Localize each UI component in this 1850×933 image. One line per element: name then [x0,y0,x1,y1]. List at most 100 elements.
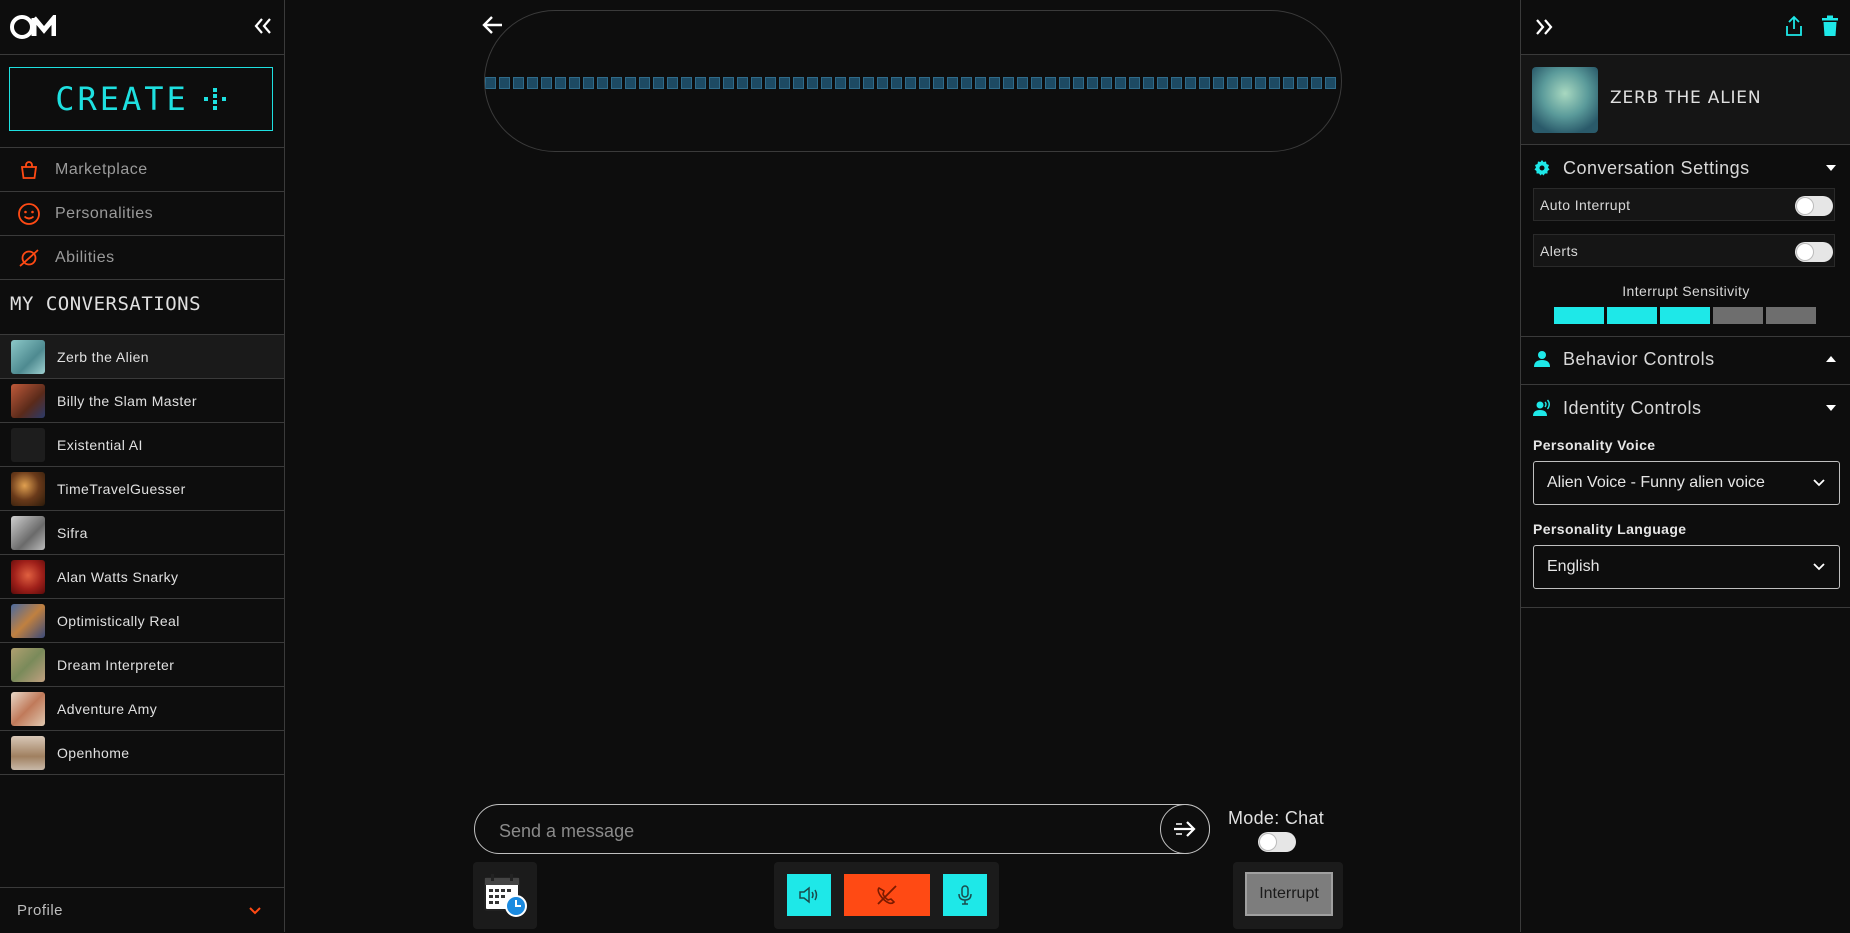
conversation-name: Openhome [57,744,130,761]
personality-voice-select[interactable]: Alien Voice - Funny alien voice [1533,461,1840,505]
visualizer-bar [863,77,874,89]
trash-icon[interactable] [1821,15,1839,37]
identity-controls-header[interactable]: Identity Controls [1521,385,1850,431]
select-value: English [1547,558,1600,575]
visualizer-bar [667,77,678,89]
main-nav: Marketplace Personalities Abilities [0,148,284,280]
microphone-icon [958,885,972,905]
visualizer-bar [583,77,594,89]
person-voice-icon [1533,399,1550,416]
visualizer-bar [695,77,706,89]
persona-header: ZERB THE ALIEN [1521,55,1850,145]
personality-language-label: Personality Language [1533,521,1687,537]
message-box [474,804,1210,854]
send-button[interactable] [1160,804,1210,854]
conversation-item[interactable]: Adventure Amy [0,687,284,731]
message-input[interactable] [497,817,1121,845]
visualizer-bar [877,77,888,89]
expand-sidebar-icon[interactable] [1533,16,1555,38]
microphone-button[interactable] [943,874,987,916]
visualizer-bar [1185,77,1196,89]
sensitivity-segment[interactable] [1554,307,1604,324]
conversation-item[interactable]: Zerb the Alien [0,335,284,379]
visualizer-bar [555,77,566,89]
chevron-down-icon [1813,479,1825,487]
auto-interrupt-toggle[interactable] [1795,196,1833,216]
conversation-item[interactable]: Billy the Slam Master [0,379,284,423]
section-title: Behavior Controls [1563,348,1715,369]
visualizer-bar [919,77,930,89]
visualizer-bar [807,77,818,89]
avatar [11,339,45,374]
gear-icon [1534,160,1550,176]
end-call-button[interactable] [844,874,930,916]
sensitivity-segment[interactable] [1766,307,1816,324]
conversation-name: Optimistically Real [57,612,180,629]
profile-menu[interactable]: Profile [0,887,284,933]
visualizer-bar [779,77,790,89]
section-title: Identity Controls [1563,397,1702,418]
persona-avatar [1532,67,1598,133]
personality-language-select[interactable]: English [1533,545,1840,589]
conversation-item[interactable]: Openhome [0,731,284,775]
visualizer-bar [989,77,1000,89]
conversation-settings-header[interactable]: Conversation Settings [1521,145,1850,191]
behavior-controls-header[interactable]: Behavior Controls [1521,336,1850,382]
collapse-sidebar-icon[interactable] [252,14,274,38]
visualizer-bar [835,77,846,89]
visualizer-bar [681,77,692,89]
conversation-item[interactable]: Sifra [0,511,284,555]
visualizer-bar [1227,77,1238,89]
visualizer-bar [1283,77,1294,89]
chevron-down-icon [1813,563,1825,571]
conversation-item[interactable]: Optimistically Real [0,599,284,643]
calendar-clock-icon[interactable] [482,872,528,918]
app-logo[interactable] [10,15,56,39]
nav-marketplace[interactable]: Marketplace [0,148,284,192]
speaker-button[interactable] [787,874,831,916]
sensitivity-segment[interactable] [1713,307,1763,324]
create-button[interactable]: CREATE [9,67,273,131]
personality-voice-label: Personality Voice [1533,437,1656,453]
conversation-name: TimeTravelGuesser [57,480,186,497]
create-label: CREATE [55,80,189,118]
interrupt-sensitivity-slider[interactable] [1554,307,1816,324]
right-sidebar-header [1521,0,1850,55]
visualizer-bar [961,77,972,89]
sensitivity-segment[interactable] [1607,307,1657,324]
interrupt-button[interactable]: Interrupt [1245,872,1333,916]
visualizer-bar [1045,77,1056,89]
conversation-item[interactable]: Existential AI [0,423,284,467]
conversation-list: Zerb the Alien Billy the Slam Master Exi… [0,334,284,775]
share-icon[interactable] [1784,15,1804,37]
alerts-toggle[interactable] [1795,242,1833,262]
avatar [11,735,45,770]
right-sidebar: ZERB THE ALIEN Conversation Settings Aut… [1520,0,1850,932]
mode-toggle[interactable] [1258,832,1296,852]
conversation-name: Sifra [57,524,88,541]
visualizer-bar [751,77,762,89]
speaker-icon [799,886,818,904]
phone-off-icon [877,885,897,905]
conversation-item[interactable]: Alan Watts Snarky [0,555,284,599]
select-value: Alien Voice - Funny alien voice [1547,474,1765,491]
sensitivity-segment[interactable] [1660,307,1710,324]
interrupt-sensitivity-label: Interrupt Sensitivity [1622,283,1750,299]
visualizer-bars [485,77,1341,91]
section-title: Conversation Settings [1563,157,1750,178]
nav-personalities[interactable]: Personalities [0,192,284,236]
visualizer-bar [639,77,650,89]
visualizer-bar [1143,77,1154,89]
visualizer-bar [541,77,552,89]
conversation-item[interactable]: Dream Interpreter [0,643,284,687]
setting-label: Auto Interrupt [1540,196,1631,213]
plus-sparkle-icon [203,88,226,110]
visualizer-bar [513,77,524,89]
conversation-name: Adventure Amy [57,700,158,717]
conversation-name: Existential AI [57,436,143,453]
visualizer-bar [1003,77,1014,89]
conversation-item[interactable]: TimeTravelGuesser [0,467,284,511]
nav-abilities[interactable]: Abilities [0,236,284,280]
divider [1521,607,1850,608]
visualizer-bar [1171,77,1182,89]
